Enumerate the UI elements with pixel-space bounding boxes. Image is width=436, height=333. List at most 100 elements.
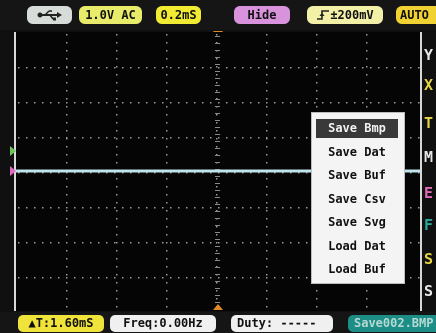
grid-dot: [410, 137, 412, 139]
menu-item-save-dat[interactable]: Save Dat: [316, 143, 398, 162]
grid-dot: [266, 234, 268, 236]
grid-dot: [266, 218, 268, 220]
grid-dot: [266, 186, 268, 188]
center-tick: [215, 148, 220, 149]
grid-dot: [226, 102, 228, 104]
grid-dot: [266, 207, 268, 209]
trigger-mode-chip[interactable]: AUTO: [396, 6, 436, 24]
grid-dot: [50, 277, 52, 279]
grid-dot: [26, 242, 28, 244]
grid-dot: [116, 50, 118, 52]
grid-dot: [34, 137, 36, 139]
grid-dot: [146, 242, 148, 244]
menu-item-save-bmp[interactable]: Save Bmp: [316, 119, 398, 138]
grid-dot: [116, 274, 118, 276]
grid-dot: [282, 277, 284, 279]
grid-dot: [98, 102, 100, 104]
grid-dot: [66, 74, 68, 76]
grid-dot: [66, 258, 68, 260]
grid-dot: [58, 137, 60, 139]
side-menu-item-2[interactable]: X: [424, 76, 433, 94]
grid-dot: [116, 82, 118, 84]
side-menu-item-3[interactable]: T: [424, 114, 433, 132]
grid-dot: [18, 207, 20, 209]
grid-dot: [250, 102, 252, 104]
grid-dot: [290, 207, 292, 209]
grid-dot: [366, 290, 368, 292]
grid-dot: [138, 102, 140, 104]
grid-dot: [154, 102, 156, 104]
grid-dot: [162, 207, 164, 209]
grid-dot: [378, 67, 380, 69]
trigger-level-chip[interactable]: ±200mV: [307, 6, 383, 24]
grid-dot: [130, 102, 132, 104]
grid-dot: [210, 277, 212, 279]
grid-dot: [74, 67, 76, 69]
center-tick: [215, 141, 220, 142]
grid-dot: [138, 207, 140, 209]
grid-dot: [266, 282, 268, 284]
grid-dot: [166, 90, 168, 92]
timebase-chip[interactable]: 0.2mS: [156, 6, 201, 24]
grid-dot: [116, 58, 118, 60]
grid-dot: [266, 90, 268, 92]
grid-dot: [116, 154, 118, 156]
grid-dot: [178, 67, 180, 69]
menu-item-load-buf[interactable]: Load Buf: [316, 260, 398, 279]
grid-dot: [216, 250, 218, 252]
grid-dot: [242, 102, 244, 104]
grid-dot: [42, 242, 44, 244]
side-menu-item-6[interactable]: F: [424, 216, 433, 234]
grid-dot: [116, 90, 118, 92]
grid-dot: [366, 98, 368, 100]
channel-setting-chip[interactable]: 1.0V AC: [79, 6, 142, 24]
grid-dot: [306, 242, 308, 244]
grid-dot: [116, 186, 118, 188]
grid-dot: [226, 277, 228, 279]
grid-dot: [274, 277, 276, 279]
center-tick: [215, 281, 220, 282]
grid-dot: [146, 277, 148, 279]
center-tick: [215, 232, 220, 233]
grid-dot: [314, 102, 316, 104]
menu-item-save-buf[interactable]: Save Buf: [316, 166, 398, 185]
grid-dot: [216, 34, 218, 36]
grid-dot: [216, 242, 218, 244]
grid-dot: [116, 178, 118, 180]
grid-dot: [226, 67, 228, 69]
grid-dot: [114, 137, 116, 139]
side-menu-item-8[interactable]: S: [424, 282, 433, 300]
usb-status-chip[interactable]: [27, 6, 72, 24]
menu-item-load-dat[interactable]: Load Dat: [316, 237, 398, 256]
grid-dot: [274, 102, 276, 104]
menu-item-save-svg[interactable]: Save Svg: [316, 213, 398, 232]
hide-button[interactable]: Hide: [234, 6, 290, 24]
grid-dot: [166, 58, 168, 60]
grid-dot: [166, 266, 168, 268]
grid-dot: [114, 242, 116, 244]
grid-dot: [298, 277, 300, 279]
grid-dot: [258, 277, 260, 279]
side-menu-item-5[interactable]: E: [424, 184, 433, 202]
grid-dot: [316, 66, 318, 68]
grid-dot: [58, 102, 60, 104]
menu-item-save-csv[interactable]: Save Csv: [316, 190, 398, 209]
bottom-status-bar: ▲T:1.60mS Freq:0.00Hz Duty: ----- Save00…: [0, 312, 436, 333]
grid-dot: [314, 67, 316, 69]
side-menu-item-1[interactable]: Y: [424, 46, 433, 64]
side-menu-item-7[interactable]: S: [424, 250, 433, 268]
grid-dot: [202, 137, 204, 139]
grid-dot: [316, 98, 318, 100]
grid-dot: [290, 67, 292, 69]
grid-dot: [266, 242, 268, 244]
grid-dot: [298, 242, 300, 244]
grid-dot: [166, 178, 168, 180]
grid-dot: [218, 102, 220, 104]
grid-dot: [42, 207, 44, 209]
grid-dot: [266, 250, 268, 252]
side-menu-item-4[interactable]: M: [424, 148, 433, 166]
grid-dot: [274, 67, 276, 69]
grid-dot: [202, 277, 204, 279]
grid-dot: [266, 106, 268, 108]
grid-dot: [216, 298, 218, 300]
